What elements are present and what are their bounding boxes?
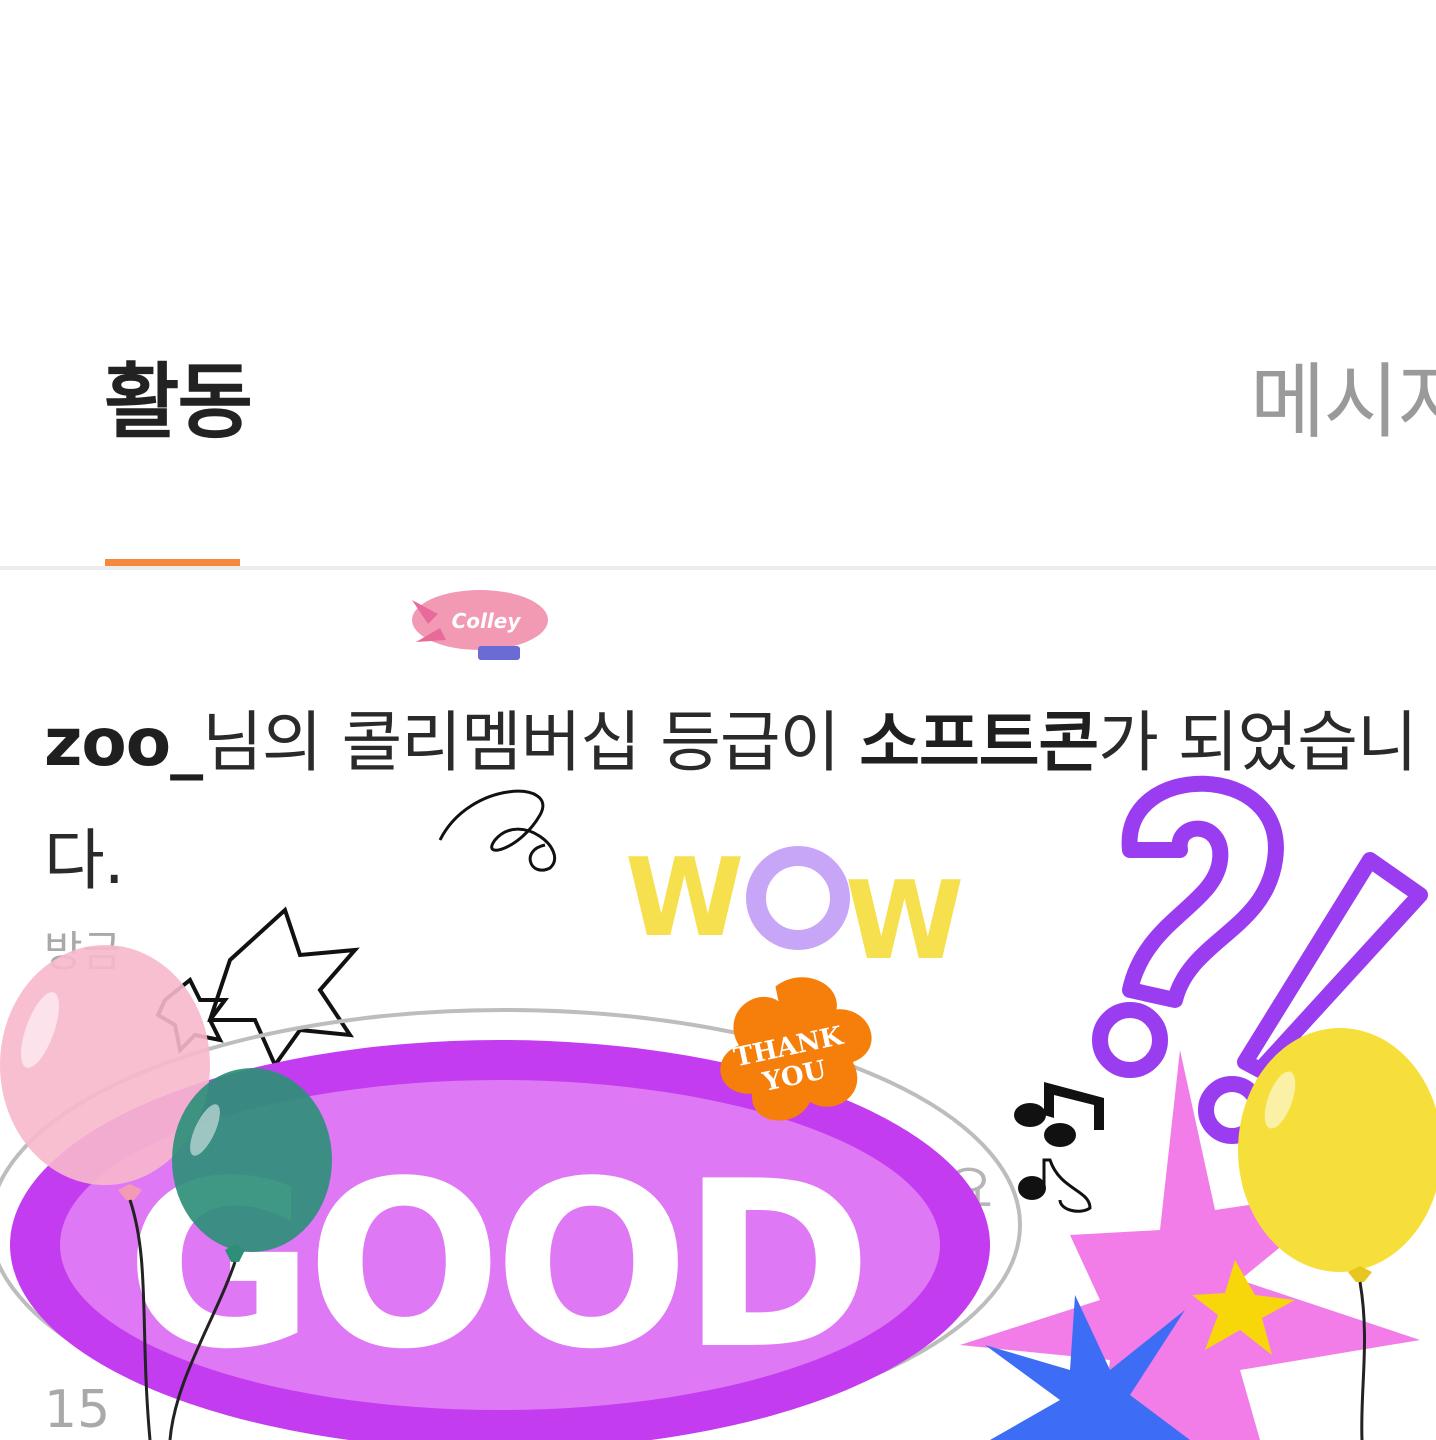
blimp-sticker: Colley bbox=[412, 590, 548, 660]
blimp-label: Colley bbox=[452, 609, 522, 633]
wow-sticker: W W bbox=[625, 836, 964, 984]
yellow-balloon-sticker bbox=[1238, 1028, 1436, 1440]
wow-text-w2: W bbox=[845, 859, 964, 984]
squiggle-doodle bbox=[438, 789, 557, 872]
wow-o bbox=[746, 846, 850, 950]
music-notes-icon bbox=[1014, 1082, 1104, 1213]
wow-text-w1: W bbox=[625, 836, 741, 961]
sticker-layer: Colley W W GOOD THANK YOU bbox=[0, 590, 1436, 1440]
